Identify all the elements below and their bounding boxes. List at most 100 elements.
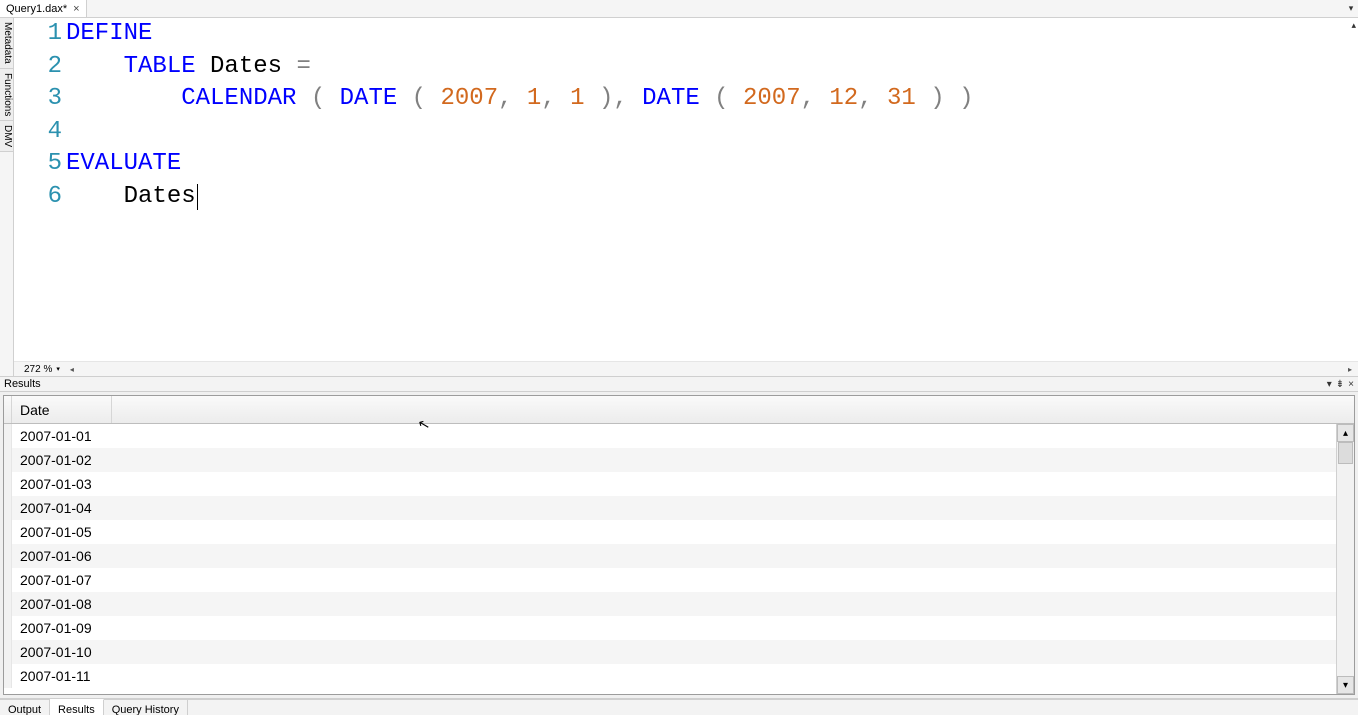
vertical-scrollbar[interactable]: ▴ ▾ (1336, 424, 1354, 694)
row-indicator (4, 496, 12, 520)
cell-date: 2007-01-02 (12, 452, 92, 468)
op-equals: = (296, 53, 310, 80)
zoom-dropdown-icon[interactable]: ▾ (56, 365, 60, 373)
line-number: 5 (14, 148, 62, 181)
table-row[interactable]: 2007-01-05 (4, 520, 1336, 544)
cell-date: 2007-01-06 (12, 548, 92, 564)
table-row[interactable]: 2007-01-03 (4, 472, 1336, 496)
func-date: DATE (340, 85, 398, 112)
panel-options-icon[interactable]: ▾ (1327, 379, 1332, 390)
cell-date: 2007-01-05 (12, 524, 92, 540)
keyword-define: DEFINE (66, 20, 152, 47)
table-row[interactable]: 2007-01-01 (4, 424, 1336, 448)
table-row[interactable]: 2007-01-11 (4, 664, 1336, 688)
editor-status-bar: 272 % ▾ ◂ ▸ (14, 361, 1358, 376)
cell-date: 2007-01-11 (12, 668, 91, 684)
literal-month: 12 (829, 85, 858, 112)
keyword-table: TABLE (124, 53, 196, 80)
tab-overflow-button[interactable]: ▾ (1344, 0, 1358, 17)
paren-open: ( (311, 85, 325, 112)
line-number: 1 (14, 18, 62, 51)
identifier-dates: Dates (124, 183, 196, 210)
keyword-evaluate: EVALUATE (66, 150, 181, 177)
cell-date: 2007-01-09 (12, 620, 92, 636)
column-header-date[interactable]: Date (12, 396, 112, 423)
sidebar-tab-functions[interactable]: Functions (0, 69, 13, 121)
row-indicator (4, 664, 12, 688)
cell-date: 2007-01-03 (12, 476, 92, 492)
paren-close: ) (930, 85, 944, 112)
func-date: DATE (642, 85, 700, 112)
pin-icon[interactable]: ⇟ (1336, 379, 1344, 390)
paren-close: ) (599, 85, 613, 112)
row-indicator (4, 520, 12, 544)
table-row[interactable]: 2007-01-09 (4, 616, 1336, 640)
code-editor[interactable]: ▴ 1 2 3 4 5 6 DEFINE TABLE Dates = CALEN… (14, 18, 1358, 376)
line-number: 6 (14, 181, 62, 214)
split-view-icon[interactable]: ▴ (1351, 20, 1356, 31)
table-row[interactable]: 2007-01-02 (4, 448, 1336, 472)
scroll-right-icon[interactable]: ▸ (1348, 365, 1358, 374)
cell-date: 2007-01-08 (12, 596, 92, 612)
func-calendar: CALENDAR (181, 85, 296, 112)
table-row[interactable]: 2007-01-07 (4, 568, 1336, 592)
results-panel: Date 2007-01-01 2007-01-02 2007-01-03 20… (0, 392, 1358, 699)
close-icon[interactable]: × (73, 3, 79, 15)
editor-workspace: Metadata Functions DMV ▴ 1 2 3 4 5 6 DEF… (0, 18, 1358, 376)
sidebar-tool-tabs: Metadata Functions DMV (0, 18, 14, 376)
code-content[interactable]: DEFINE TABLE Dates = CALENDAR ( DATE ( 2… (66, 18, 1358, 361)
scroll-down-button[interactable]: ▾ (1337, 676, 1354, 694)
bottom-tab-bar: Output Results Query History (0, 699, 1358, 715)
results-grid[interactable]: Date 2007-01-01 2007-01-02 2007-01-03 20… (3, 395, 1355, 695)
document-tab[interactable]: Query1.dax* × (0, 0, 87, 17)
tab-output[interactable]: Output (0, 700, 50, 715)
sidebar-tab-metadata[interactable]: Metadata (0, 18, 13, 69)
table-row[interactable]: 2007-01-10 (4, 640, 1336, 664)
row-indicator (4, 424, 12, 448)
row-indicator (4, 640, 12, 664)
results-panel-header: Results ▾ ⇟ × (0, 376, 1358, 392)
paren-close: ) (959, 85, 973, 112)
row-indicator (4, 472, 12, 496)
grid-header: Date (4, 396, 1354, 424)
table-row[interactable]: 2007-01-08 (4, 592, 1336, 616)
grid-rows: 2007-01-01 2007-01-02 2007-01-03 2007-01… (4, 424, 1336, 694)
editor-scroll: 1 2 3 4 5 6 DEFINE TABLE Dates = CALENDA… (14, 18, 1358, 361)
row-indicator (4, 592, 12, 616)
literal-year: 2007 (440, 85, 498, 112)
text-cursor (197, 184, 198, 210)
literal-year: 2007 (743, 85, 801, 112)
scroll-left-icon[interactable]: ◂ (70, 365, 74, 374)
line-number: 4 (14, 116, 62, 149)
close-icon[interactable]: × (1348, 379, 1354, 390)
scroll-track[interactable] (1337, 442, 1354, 676)
document-tab-bar: Query1.dax* × ▾ (0, 0, 1358, 18)
row-indicator (4, 448, 12, 472)
tab-results[interactable]: Results (50, 699, 104, 715)
sidebar-tab-dmv[interactable]: DMV (0, 121, 13, 152)
document-tab-label: Query1.dax* (6, 3, 67, 15)
paren-open: ( (412, 85, 426, 112)
table-row[interactable]: 2007-01-06 (4, 544, 1336, 568)
row-indicator (4, 568, 12, 592)
literal-day: 31 (887, 85, 916, 112)
line-number: 2 (14, 51, 62, 84)
paren-open: ( (714, 85, 728, 112)
table-row[interactable]: 2007-01-04 (4, 496, 1336, 520)
literal-month: 1 (527, 85, 541, 112)
cell-date: 2007-01-04 (12, 500, 92, 516)
cell-date: 2007-01-01 (12, 428, 92, 444)
identifier-dates: Dates (210, 53, 282, 80)
line-number: 3 (14, 83, 62, 116)
tab-query-history[interactable]: Query History (104, 700, 188, 715)
cell-date: 2007-01-07 (12, 572, 92, 588)
scroll-thumb[interactable] (1338, 442, 1353, 464)
row-indicator-header (4, 396, 12, 423)
row-indicator (4, 544, 12, 568)
cell-date: 2007-01-10 (12, 644, 92, 660)
line-gutter: 1 2 3 4 5 6 (14, 18, 66, 361)
zoom-level[interactable]: 272 % (24, 364, 52, 375)
row-indicator (4, 616, 12, 640)
literal-day: 1 (570, 85, 584, 112)
scroll-up-button[interactable]: ▴ (1337, 424, 1354, 442)
